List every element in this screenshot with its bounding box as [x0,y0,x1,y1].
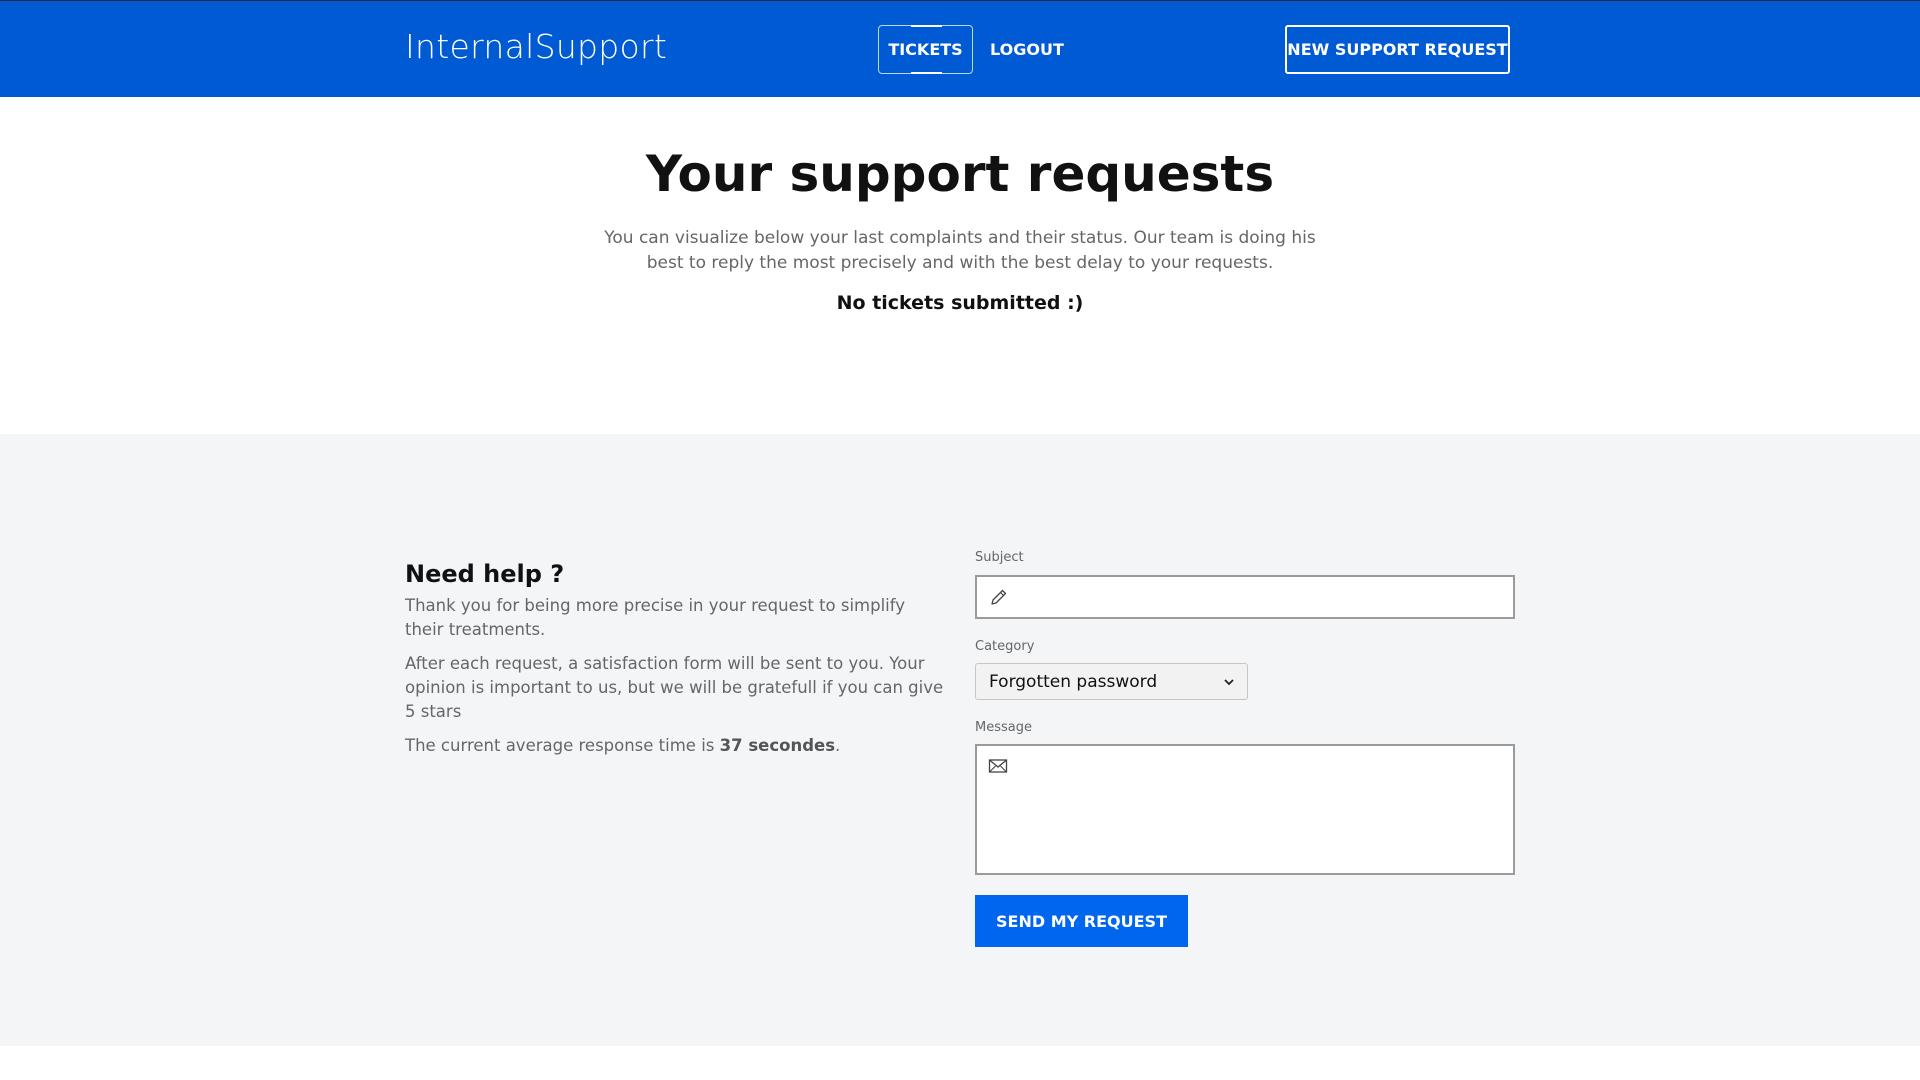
envelope-icon [988,759,1008,773]
message-textarea[interactable] [975,744,1515,875]
nav-logout-link[interactable]: LOGOUT [990,25,1064,74]
help-response-time: The current average response time is 37 … [405,734,945,758]
response-time-prefix: The current average response time is [405,736,720,755]
brand-logo[interactable]: InternalSupport [405,27,667,66]
help-title: Need help ? [405,560,565,588]
help-section: Need help ? Thank you for being more pre… [0,434,1920,1046]
intro-text: You can visualize below your last compla… [604,228,1316,273]
chevron-down-icon [1224,679,1234,686]
pencil-icon [991,589,1007,605]
page-title: Your support requests [645,145,1275,203]
subject-label: Subject [975,550,1024,565]
send-request-button[interactable]: SEND MY REQUEST [975,895,1188,947]
empty-tickets-message: No tickets submitted :) [836,292,1084,314]
nav-tickets-link[interactable]: TICKETS [878,25,973,74]
response-time-value: 37 secondes [719,736,836,755]
tickets-section: Your support requests You can visualize … [0,97,1920,434]
help-paragraph-satisfaction: After each request, a satisfaction form … [405,654,944,721]
subject-input[interactable] [975,575,1515,619]
help-paragraph-precision: Thank you for being more precise in your… [405,596,906,639]
message-label: Message [975,720,1032,735]
top-navbar: InternalSupport TICKETS LOGOUT NEW SUPPO… [0,0,1920,97]
category-label: Category [975,639,1035,654]
category-selected-value: Forgotten password [989,671,1158,692]
category-select[interactable]: Forgotten password [975,663,1248,700]
new-support-request-button[interactable]: NEW SUPPORT REQUEST [1285,25,1510,74]
response-time-suffix: . [835,736,841,755]
